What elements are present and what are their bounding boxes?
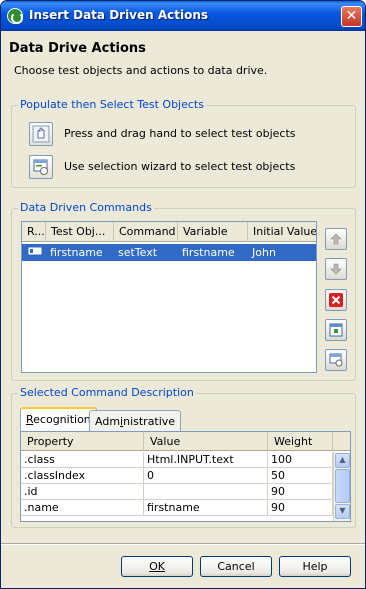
table-row[interactable]: .id 90	[21, 484, 333, 500]
move-up-button[interactable]	[325, 228, 347, 250]
cell-property: .id	[21, 484, 144, 499]
commands-group-title: Data Driven Commands	[18, 201, 154, 214]
scroll-up-arrow-icon[interactable]: ▲	[335, 453, 350, 468]
commands-table[interactable]: R... Test Obj... Command Variable Initia…	[21, 221, 317, 373]
populate-group: Populate then Select Test Objects Press …	[11, 98, 356, 188]
column-header-test-object[interactable]: Test Obj...	[46, 222, 114, 242]
properties-scrollbar[interactable]: ▲ ▼	[333, 452, 350, 521]
dialog-window: Insert Data Driven Actions ✕ Data Drive …	[0, 0, 366, 589]
tab-recognition[interactable]: Recognition	[20, 407, 97, 431]
hand-icon	[32, 125, 50, 143]
hand-select-label: Press and drag hand to select test objec…	[64, 127, 296, 140]
help-button-label: Help	[302, 560, 328, 573]
row-type-icon	[22, 244, 46, 261]
window-title: Insert Data Driven Actions	[29, 8, 209, 22]
cell-weight[interactable]: 90	[268, 484, 333, 499]
tab-administrative[interactable]: Administrative	[89, 410, 182, 431]
column-header-weight[interactable]: Weight	[268, 432, 333, 451]
column-header-value[interactable]: Value	[144, 432, 268, 451]
table-row[interactable]: .name firstname 90	[21, 500, 333, 516]
cancel-button-label: Cancel	[217, 560, 255, 573]
cell-property: .classIndex	[21, 468, 144, 483]
properties-table[interactable]: Property Value Weight .class Html.INPUT.…	[20, 431, 351, 522]
populate-group-title: Populate then Select Test Objects	[18, 98, 206, 111]
column-header-command[interactable]: Command	[114, 222, 178, 242]
cell-property: .name	[21, 500, 144, 515]
selection-wizard-label: Use selection wizard to select test obje…	[64, 160, 296, 173]
title-bar[interactable]: Insert Data Driven Actions ✕	[1, 1, 365, 31]
selection-wizard-button[interactable]	[29, 155, 53, 179]
cell-initial-value: John	[252, 246, 276, 259]
tab-administrative-label: Administrative	[95, 415, 176, 428]
cell-variable: firstname	[182, 246, 235, 259]
add-test-object-button[interactable]	[325, 319, 347, 341]
close-button[interactable]: ✕	[341, 6, 362, 27]
commands-group: Data Driven Commands R... Test Obj... Co…	[11, 201, 356, 381]
cancel-button[interactable]: Cancel	[200, 556, 272, 577]
ok-button-label: OK	[149, 560, 165, 573]
delete-icon	[329, 293, 343, 307]
column-header-property[interactable]: Property	[21, 432, 144, 451]
help-button[interactable]: Help	[279, 556, 351, 577]
cell-command: setText	[118, 246, 158, 259]
wizard-icon	[33, 159, 48, 175]
cell-value[interactable]: firstname	[144, 500, 268, 515]
column-header-initial-value[interactable]: Initial Value	[248, 222, 316, 242]
header-subtitle: Choose test objects and actions to data …	[14, 64, 268, 77]
tab-administrative-accel: i	[120, 415, 124, 428]
hand-select-button[interactable]	[29, 122, 53, 146]
cell-weight[interactable]: 90	[268, 500, 333, 515]
column-header-variable[interactable]: Variable	[178, 222, 248, 242]
dialog-header: Data Drive Actions Choose test objects a…	[1, 31, 365, 91]
add-object-icon	[329, 323, 343, 337]
move-down-button[interactable]	[325, 258, 347, 280]
cell-test-object: firstname	[50, 246, 103, 259]
cell-value[interactable]: Html.INPUT.text	[144, 452, 268, 467]
table-row[interactable]: .classIndex 0 50	[21, 468, 333, 484]
input-field-icon	[28, 247, 42, 255]
column-header-row[interactable]: R...	[22, 222, 46, 242]
tab-recognition-rest: ecognition	[33, 413, 91, 426]
column-header-spacer	[333, 432, 350, 451]
arrow-up-icon	[330, 233, 342, 245]
table-row[interactable]: firstname setText firstname John	[22, 244, 316, 261]
scroll-down-arrow-icon[interactable]: ▼	[335, 504, 350, 519]
cell-value[interactable]	[144, 484, 268, 499]
ok-button[interactable]: OK	[121, 556, 193, 577]
cell-weight[interactable]: 50	[268, 468, 333, 483]
cell-property: .class	[21, 452, 144, 467]
app-icon	[7, 8, 23, 24]
header-title: Data Drive Actions	[9, 41, 146, 56]
cell-weight[interactable]: 100	[268, 452, 333, 467]
commands-table-header: R... Test Obj... Command Variable Initia…	[22, 222, 316, 242]
description-group-title: Selected Command Description	[18, 386, 196, 399]
description-group: Selected Command Description Recognition…	[11, 386, 356, 528]
table-row[interactable]: .class Html.INPUT.text 100	[21, 452, 333, 468]
arrow-down-icon	[330, 263, 342, 275]
wizard-button[interactable]	[325, 349, 347, 371]
footer-separator-highlight	[1, 544, 365, 545]
wizard-icon	[329, 353, 343, 367]
cell-value[interactable]: 0	[144, 468, 268, 483]
scroll-thumb[interactable]	[335, 469, 350, 503]
delete-button[interactable]	[325, 289, 347, 311]
